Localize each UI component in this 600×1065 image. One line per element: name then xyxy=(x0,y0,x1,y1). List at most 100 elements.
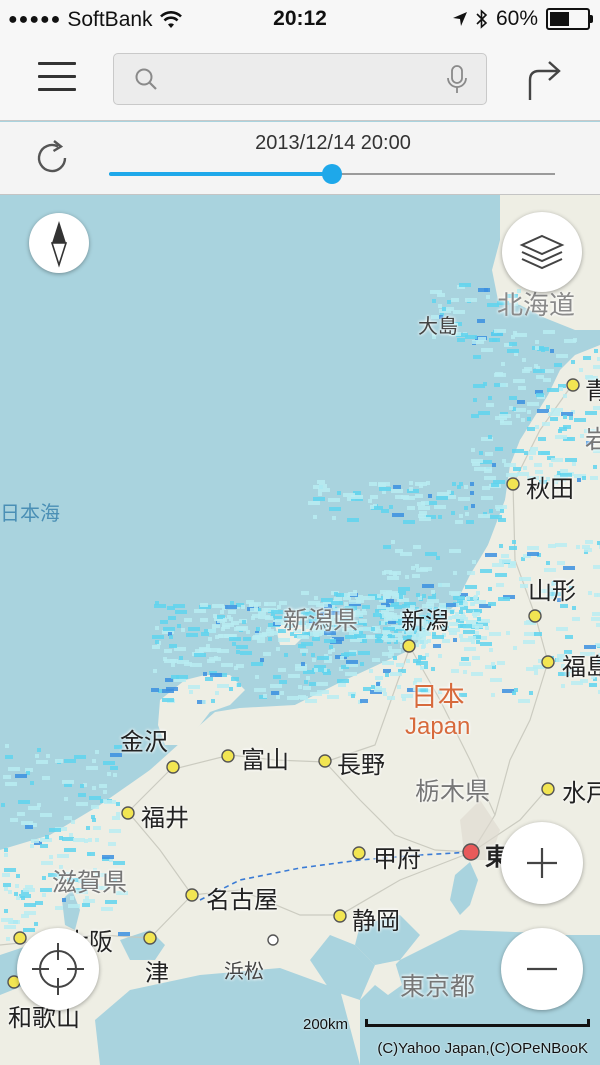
city-marker[interactable] xyxy=(462,843,480,861)
label-toyama: 富山 xyxy=(241,747,289,774)
rain-cell xyxy=(345,672,357,676)
city-marker[interactable] xyxy=(541,782,555,796)
rain-cell xyxy=(95,750,99,754)
city-marker[interactable] xyxy=(267,934,279,946)
city-marker[interactable] xyxy=(402,639,416,653)
rain-cell xyxy=(42,776,50,780)
rain-cell xyxy=(171,675,179,679)
rain-cell xyxy=(314,668,318,672)
rain-cell xyxy=(563,415,567,419)
rain-cell xyxy=(572,606,576,610)
rain-cell xyxy=(398,591,406,595)
layers-button[interactable] xyxy=(502,212,582,292)
rain-cell xyxy=(464,506,468,510)
route-icon[interactable] xyxy=(524,58,564,102)
zoom-out-button[interactable] xyxy=(501,928,583,1010)
rain-cell xyxy=(263,652,271,656)
rain-cell xyxy=(463,630,475,634)
rain-cell xyxy=(512,449,524,453)
rain-cell xyxy=(217,684,229,688)
city-marker[interactable] xyxy=(352,846,366,860)
search-input[interactable] xyxy=(166,62,430,96)
rain-cell xyxy=(4,909,8,913)
rain-cell xyxy=(489,632,501,636)
rain-cell xyxy=(549,463,553,467)
rain-cell xyxy=(528,451,536,455)
rain-cell xyxy=(276,647,280,651)
refresh-icon[interactable] xyxy=(32,138,72,178)
rain-cell xyxy=(569,416,573,420)
city-marker[interactable] xyxy=(333,909,347,923)
rain-cell xyxy=(585,411,597,415)
rain-cell xyxy=(491,662,495,666)
rain-cell xyxy=(14,892,18,896)
rain-cell xyxy=(390,672,402,676)
rain-cell xyxy=(565,635,573,639)
city-marker[interactable] xyxy=(121,806,135,820)
rain-cell xyxy=(255,633,267,637)
rain-cell xyxy=(200,618,208,622)
rain-cell xyxy=(313,497,325,501)
rain-cell xyxy=(451,592,459,596)
rain-cell xyxy=(151,688,159,692)
rain-cell xyxy=(465,335,477,339)
zoom-in-button[interactable] xyxy=(501,822,583,904)
city-marker[interactable] xyxy=(528,609,542,623)
city-marker[interactable] xyxy=(166,760,180,774)
rain-cell xyxy=(16,874,20,878)
rain-cell xyxy=(530,447,538,451)
rain-cell xyxy=(509,342,517,346)
rain-cell xyxy=(95,838,99,842)
rain-cell xyxy=(91,815,95,819)
slider-thumb[interactable] xyxy=(322,164,342,184)
rain-cell xyxy=(494,329,506,333)
rain-cell xyxy=(169,635,173,639)
rain-cell xyxy=(591,617,600,621)
rain-cell xyxy=(214,656,218,660)
search-box[interactable] xyxy=(113,53,487,105)
rain-cell xyxy=(76,802,88,806)
rain-cell xyxy=(212,624,220,628)
rain-cell xyxy=(36,760,48,764)
city-marker[interactable] xyxy=(506,477,520,491)
rain-cell xyxy=(488,587,492,591)
rain-cell xyxy=(167,606,175,610)
rain-cell xyxy=(57,854,65,858)
rain-cell xyxy=(522,358,526,362)
time-slider[interactable] xyxy=(109,164,555,184)
city-marker[interactable] xyxy=(221,749,235,763)
microphone-icon[interactable] xyxy=(446,65,468,95)
rain-cell xyxy=(538,437,546,441)
rain-cell xyxy=(152,645,160,649)
rain-cell xyxy=(551,408,563,412)
rain-cell xyxy=(279,680,287,684)
rain-cell xyxy=(395,495,403,499)
compass-button[interactable] xyxy=(29,213,89,273)
locate-button[interactable] xyxy=(17,928,99,1010)
rain-cell xyxy=(561,684,565,688)
rain-cell xyxy=(103,799,107,803)
rain-cell xyxy=(229,637,241,641)
battery-percent: 60% xyxy=(495,7,538,30)
label-nagoya: 名古屋 xyxy=(206,887,278,914)
menu-button[interactable] xyxy=(38,62,76,94)
rain-cell xyxy=(438,654,442,658)
city-marker[interactable] xyxy=(185,888,199,902)
rain-cell xyxy=(471,624,483,628)
rain-cell xyxy=(194,653,206,657)
rain-cell xyxy=(92,759,96,763)
city-marker[interactable] xyxy=(143,931,157,945)
rain-cell xyxy=(258,611,266,615)
rain-cell xyxy=(520,584,528,588)
rain-cell xyxy=(327,695,339,699)
rain-cell xyxy=(477,319,485,323)
rain-cell xyxy=(18,800,30,804)
rain-cell xyxy=(298,644,306,648)
rain-cell xyxy=(518,699,530,703)
city-marker[interactable] xyxy=(566,378,580,392)
city-marker[interactable] xyxy=(318,754,332,768)
top-nav-bar xyxy=(0,40,600,121)
city-marker[interactable] xyxy=(541,655,555,669)
rain-cell xyxy=(485,452,493,456)
slider-fill xyxy=(109,172,332,176)
